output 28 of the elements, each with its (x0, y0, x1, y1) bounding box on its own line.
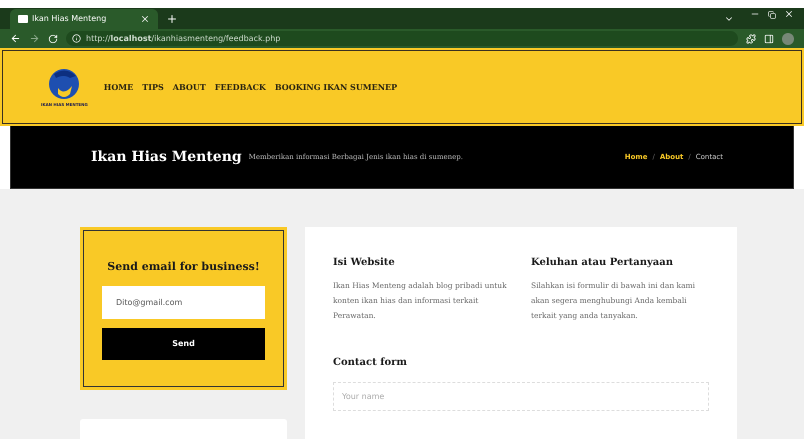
contact-form-heading: Contact form (333, 356, 408, 370)
side-panel-icon[interactable] (764, 34, 774, 44)
back-icon[interactable] (10, 33, 21, 44)
info-heading: Isi Website (333, 256, 396, 270)
close-icon[interactable] (140, 14, 150, 24)
close-window-icon[interactable] (784, 8, 794, 19)
nav-link[interactable]: BOOKING IKAN SUMENEP (274, 81, 398, 93)
url-text: http://localhost/ikanhiasmenteng/feedback.php (86, 32, 280, 45)
extensions-icon[interactable] (746, 34, 756, 44)
reload-icon[interactable] (48, 34, 58, 44)
nav-link[interactable]: HOME (104, 81, 134, 93)
info-heading: Keluhan atau Pertanyaan (531, 256, 674, 270)
send-button[interactable]: Send (102, 328, 265, 360)
new-tab-icon[interactable] (166, 12, 178, 25)
nav-link[interactable]: TIPS (142, 81, 164, 93)
nav-link[interactable]: ABOUT (172, 81, 206, 93)
banner-title: Ikan Hias Menteng (91, 148, 242, 167)
address-bar[interactable]: http://localhost/ikanhiasmenteng/feedback.php (66, 31, 738, 46)
nav-link[interactable]: FEEDBACK (214, 81, 266, 93)
site-info-icon (72, 34, 81, 44)
name-input[interactable]: Your name (333, 382, 709, 412)
tab-title: Ikan Hias Menteng (32, 12, 108, 25)
forward-icon[interactable] (29, 33, 40, 44)
email-card-title: Send email for business! (107, 259, 260, 276)
email-input[interactable]: Dito@gmail.com (102, 286, 265, 319)
favicon-icon (18, 14, 28, 23)
browser-tab[interactable]: Ikan Hias Menteng (10, 8, 158, 29)
restore-icon[interactable] (768, 10, 776, 19)
